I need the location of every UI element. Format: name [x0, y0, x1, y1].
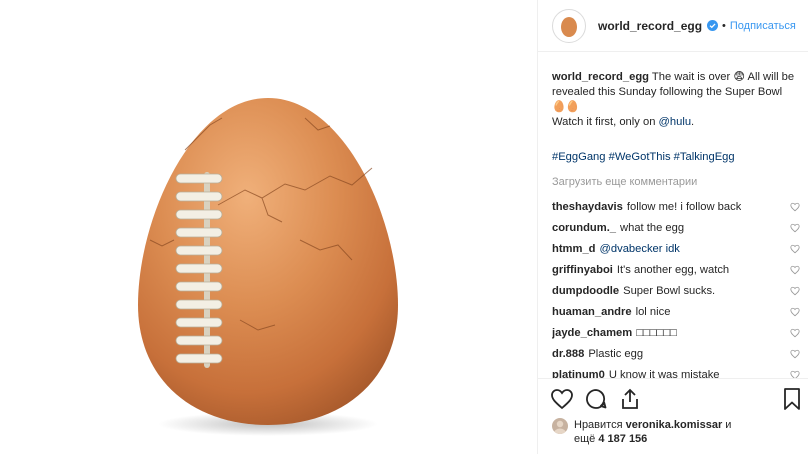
- caption-username[interactable]: world_record_egg: [552, 71, 649, 83]
- comment-username[interactable]: platinum0: [552, 369, 605, 379]
- follow-button[interactable]: Подписаться: [730, 20, 796, 32]
- comment-username[interactable]: theshaydavis: [552, 201, 623, 213]
- comment-text: lol nice: [635, 305, 671, 318]
- liker-username[interactable]: veronika.komissar: [626, 419, 723, 431]
- comment-text: @dvabecker idk: [599, 242, 680, 255]
- caption-hashtags[interactable]: #EggGang #WeGotThis #TalkingEgg: [552, 151, 735, 163]
- comment-item: griffinyaboi It's another egg, watch: [552, 259, 800, 280]
- comment-text: Super Bowl sucks.: [623, 284, 716, 297]
- comment-item: theshaydavis follow me! i follow back: [552, 196, 800, 217]
- likes-count[interactable]: 4 187 156: [598, 433, 647, 445]
- verified-icon: [707, 20, 719, 31]
- comment-heart-icon[interactable]: [790, 223, 800, 233]
- caption-mention-link[interactable]: @hulu: [659, 116, 692, 128]
- post-caption: world_record_egg The wait is over 😨 All …: [552, 70, 797, 130]
- comment-username[interactable]: dumpdoodle: [552, 285, 619, 297]
- heart-icon[interactable]: [550, 387, 574, 411]
- caption-watch-text: Watch it first, only on: [552, 116, 659, 128]
- liker-avatar[interactable]: [552, 418, 568, 434]
- post-actions-bar: [538, 378, 808, 418]
- comment-username[interactable]: dr.888: [552, 348, 584, 360]
- post-username[interactable]: world_record_egg: [598, 19, 702, 33]
- comment-username[interactable]: htmm_d: [552, 243, 596, 255]
- comments-list: theshaydavis follow me! i follow back cor…: [552, 196, 800, 378]
- comment-item: dr.888 Plastic egg: [552, 343, 800, 364]
- comment-text: It's another egg, watch: [616, 263, 730, 276]
- comment-heart-icon[interactable]: [790, 202, 800, 212]
- comment-username[interactable]: griffinyaboi: [552, 264, 613, 276]
- comment-username[interactable]: huaman_andre: [552, 306, 632, 318]
- likes-and: и: [725, 419, 732, 431]
- comment-text: Plastic egg: [588, 347, 644, 360]
- comment-item: htmm_d @dvabecker idk: [552, 238, 800, 259]
- post-photo[interactable]: [0, 0, 537, 454]
- likes-summary: Нравится veronika.komissar и ещё 4 187 1…: [552, 418, 731, 446]
- comment-heart-icon[interactable]: [790, 307, 800, 317]
- comment-heart-icon[interactable]: [790, 349, 800, 359]
- comment-heart-icon[interactable]: [790, 265, 800, 275]
- comment-username[interactable]: corundum._: [552, 222, 616, 234]
- likes-prefix: Нравится: [574, 419, 623, 431]
- comment-heart-icon[interactable]: [790, 370, 800, 379]
- comment-item: dumpdoodle Super Bowl sucks.: [552, 280, 800, 301]
- comment-username[interactable]: jayde_chamem: [552, 327, 632, 339]
- post-sidebar: world_record_egg • Подписаться world_rec…: [537, 0, 808, 454]
- likes-more-prefix: ещё: [574, 433, 596, 445]
- comment-text: □□□□□□: [636, 326, 677, 339]
- comment-item: corundum._ what the egg: [552, 217, 800, 238]
- comment-icon[interactable]: [584, 387, 608, 411]
- comment-text: follow me! i follow back: [626, 200, 742, 213]
- comment-item: huaman_andre lol nice: [552, 301, 800, 322]
- comment-item: jayde_chamem □□□□□□: [552, 322, 800, 343]
- caption-period: .: [691, 116, 695, 128]
- egg-avatar-icon: [561, 16, 577, 37]
- share-icon[interactable]: [618, 387, 642, 411]
- avatar[interactable]: [552, 8, 586, 43]
- bookmark-icon[interactable]: [780, 387, 804, 411]
- comment-heart-icon[interactable]: [790, 244, 800, 254]
- comment-text: U know it was mistake: [608, 368, 720, 379]
- comment-item: platinum0 U know it was mistake: [552, 364, 800, 378]
- separator-dot: •: [722, 19, 726, 32]
- post-header: world_record_egg • Подписаться: [538, 0, 808, 52]
- comment-text: what the egg: [620, 221, 685, 234]
- load-more-comments-button[interactable]: Загрузить еще комментарии: [552, 176, 697, 188]
- comment-heart-icon[interactable]: [790, 328, 800, 338]
- comment-heart-icon[interactable]: [790, 286, 800, 296]
- egg-football-image: [138, 98, 398, 436]
